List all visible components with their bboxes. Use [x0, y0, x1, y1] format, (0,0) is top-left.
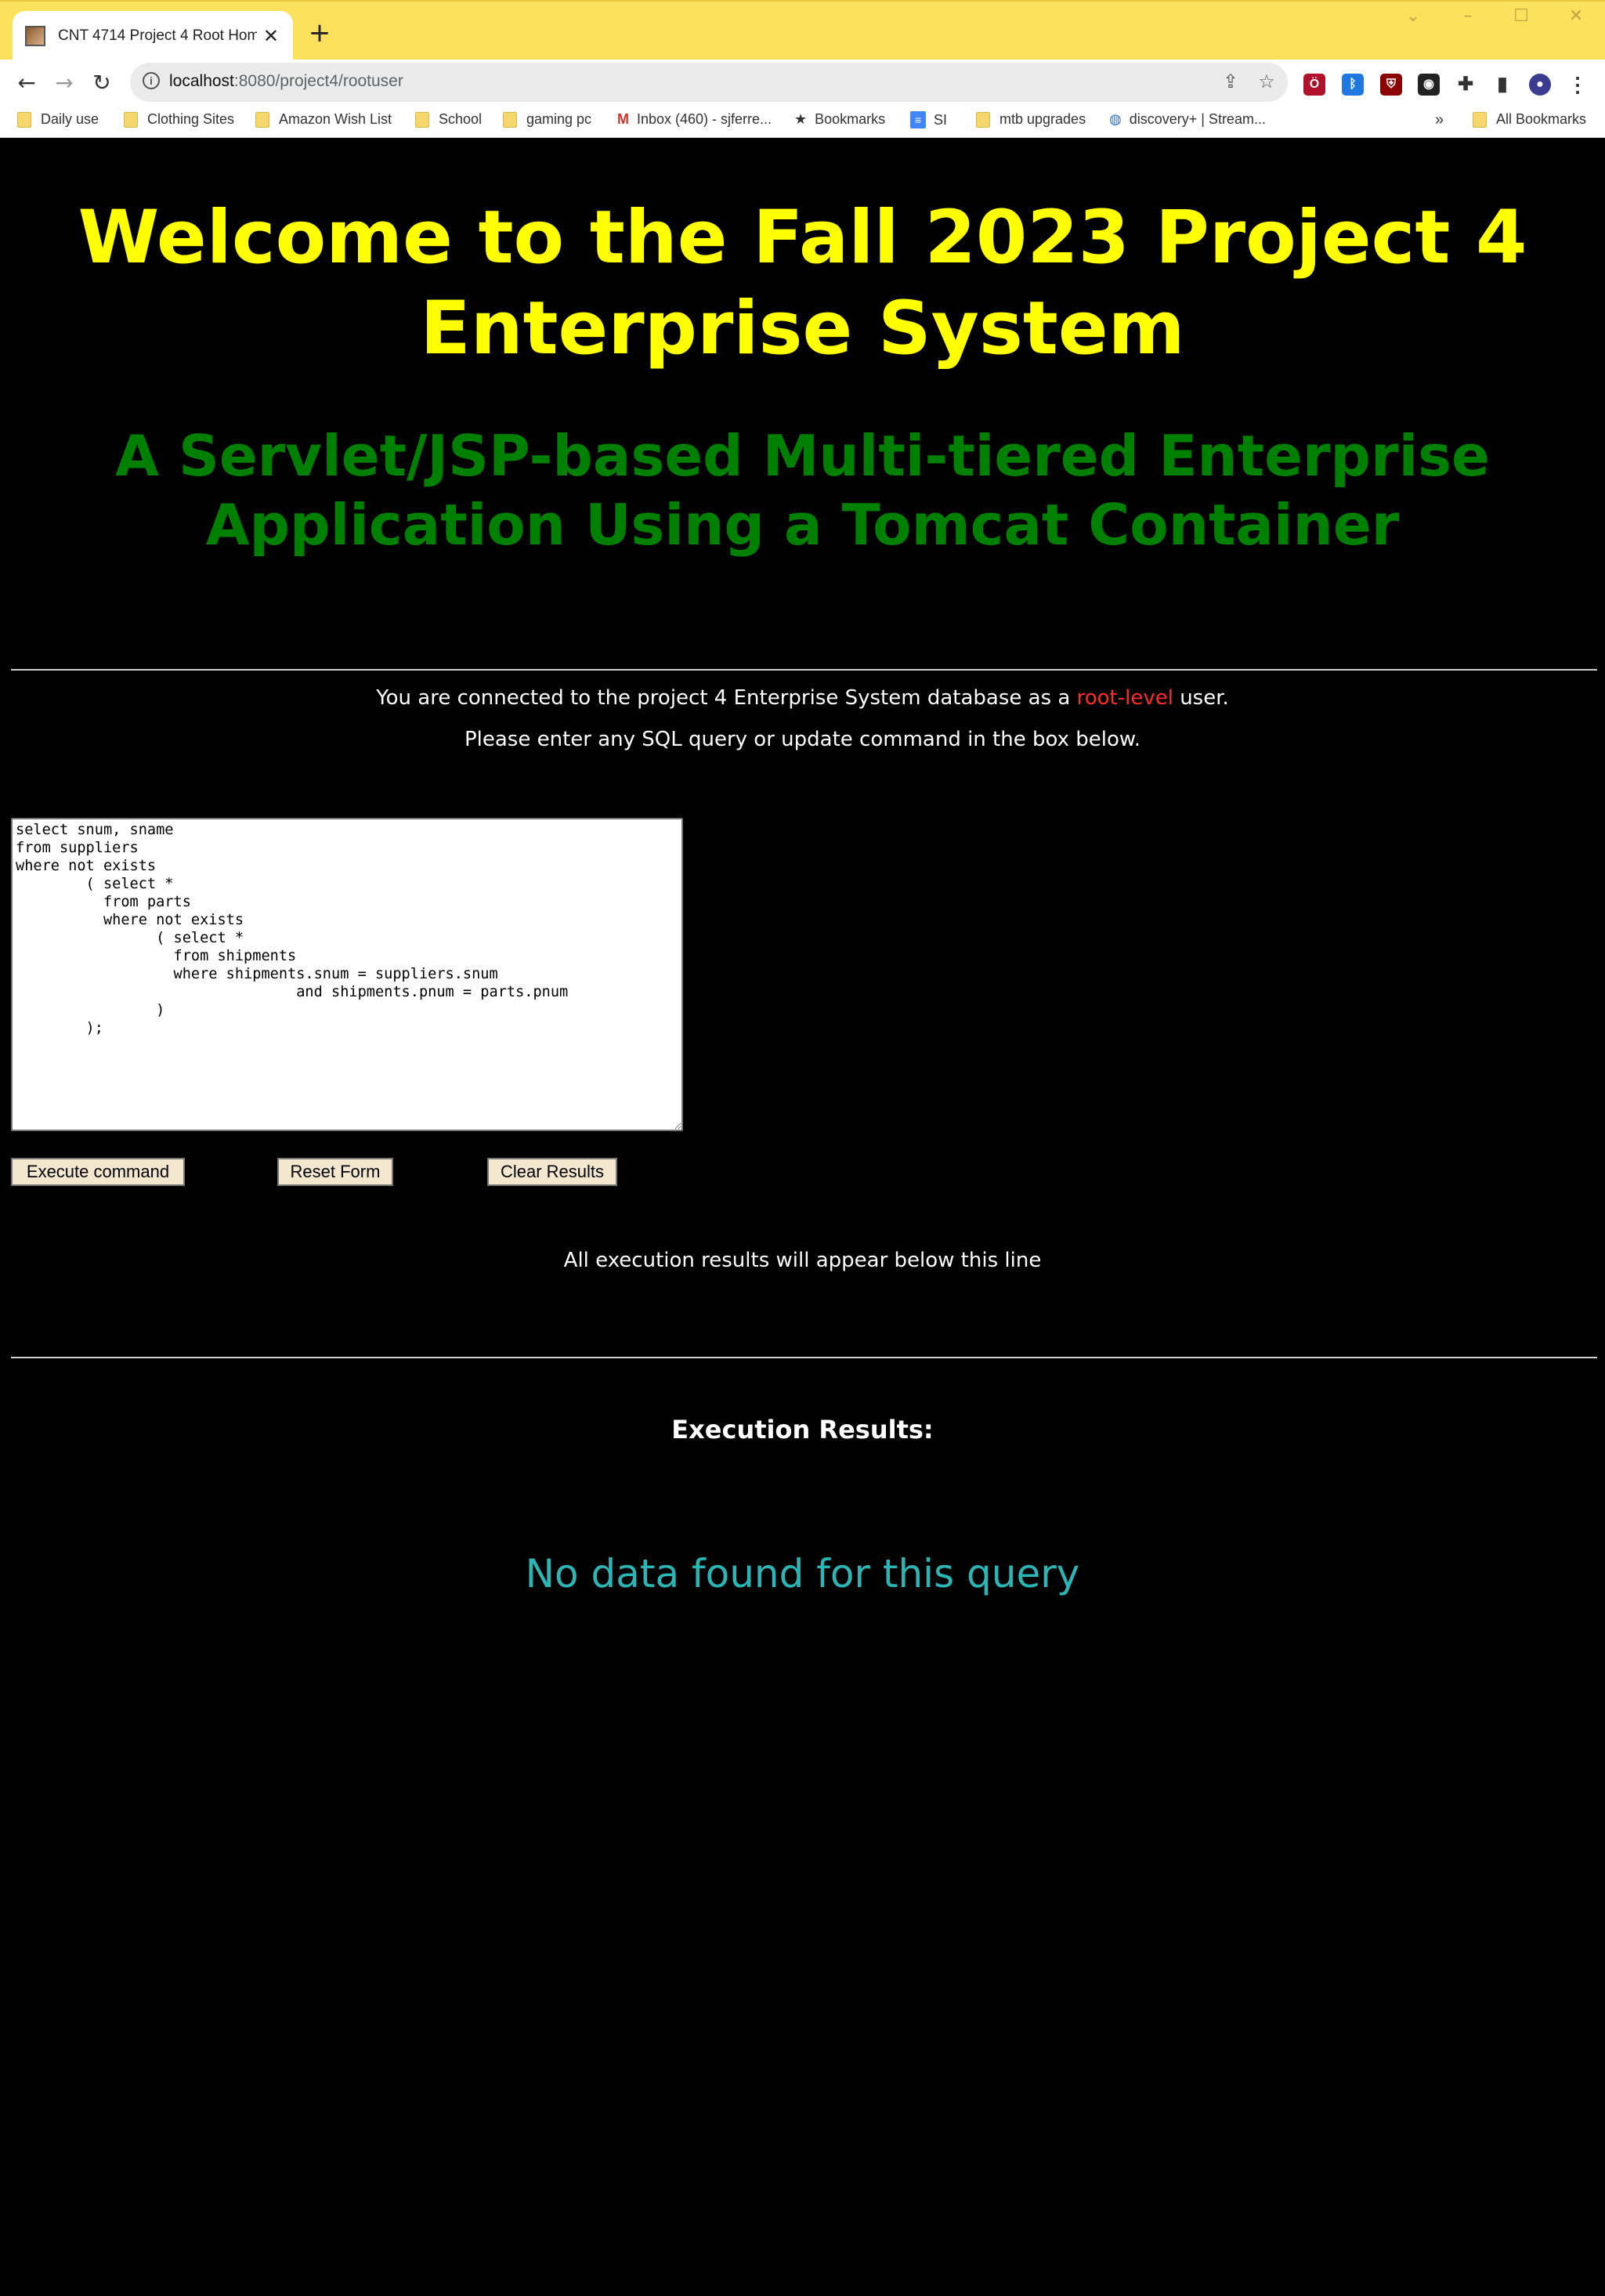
share-icon[interactable]: ⇪: [1219, 71, 1242, 92]
profile-avatar[interactable]: ●: [1529, 74, 1551, 96]
discovery-icon: ◍: [1109, 111, 1122, 127]
bookmark-label: Bookmarks: [815, 111, 886, 127]
back-icon[interactable]: ←: [9, 66, 44, 100]
page-subtitle: A Servlet/JSP-based Multi-tiered Enterpr…: [115, 423, 1490, 558]
extension-bluetooth-icon[interactable]: ᛒ: [1342, 74, 1364, 96]
bookmark-label: Daily use: [41, 111, 99, 127]
bookmark-mtb-upgrades[interactable]: mtb upgrades: [976, 111, 1086, 128]
folder-icon: [503, 111, 517, 128]
folder-icon: [255, 111, 269, 128]
bookmark-label: All Bookmarks: [1496, 111, 1587, 127]
execute-command-button[interactable]: Execute command: [11, 1158, 185, 1186]
bookmark-label: School: [439, 111, 483, 127]
reload-icon[interactable]: ↻: [85, 66, 119, 100]
page-content: Welcome to the Fall 2023 Project 4 Enter…: [0, 138, 1605, 2296]
results-note: All execution results will appear below …: [563, 1249, 1042, 1272]
folder-icon: [415, 111, 429, 128]
bookmark-si[interactable]: ≡ SI: [910, 111, 947, 128]
url-path: :8080/project4/rootuser: [233, 72, 403, 90]
bookmark-label: Clothing Sites: [147, 111, 235, 127]
browser-chrome: CNT 4714 Project 4 Root Home Pa ✕ + ⌄ – …: [0, 0, 1605, 138]
bookmark-star-icon[interactable]: ☆: [1255, 71, 1278, 92]
bookmark-discovery-plus[interactable]: ◍ discovery+ | Stream...: [1109, 111, 1266, 128]
close-tab-icon[interactable]: ✕: [263, 25, 279, 47]
folder-icon: [17, 111, 31, 128]
clear-results-button[interactable]: Clear Results: [487, 1158, 617, 1186]
active-tab[interactable]: CNT 4714 Project 4 Root Home Pa ✕: [13, 11, 293, 61]
top-divider: [11, 669, 1597, 671]
chrome-menu-icon[interactable]: ⋮: [1567, 74, 1589, 96]
reset-form-button[interactable]: Reset Form: [277, 1158, 393, 1186]
bookmark-label: Amazon Wish List: [279, 111, 392, 127]
tab-search-chevron-icon[interactable]: ⌄: [1396, 6, 1430, 26]
minimize-icon[interactable]: –: [1451, 6, 1485, 26]
bookmarks-bar: Daily use Clothing Sites Amazon Wish Lis…: [0, 107, 1605, 138]
bookmark-gaming-pc[interactable]: gaming pc: [503, 111, 591, 128]
folder-icon: [124, 111, 138, 128]
url-text[interactable]: localhost:8080/project4/rootuser: [169, 72, 403, 91]
connection-status: You are connected to the project 4 Enter…: [0, 686, 1605, 710]
forward-icon[interactable]: →: [47, 66, 81, 100]
user-role: root-level: [1076, 686, 1173, 710]
bookmarks-overflow-button[interactable]: »: [1435, 111, 1444, 129]
tab-strip: CNT 4714 Project 4 Root Home Pa ✕ + ⌄ – …: [0, 0, 1605, 61]
instructions-text: Please enter any SQL query or update com…: [464, 728, 1141, 751]
ublock-origin-icon[interactable]: ⛨: [1380, 74, 1402, 96]
extension-gamepad-icon[interactable]: ◉: [1418, 74, 1440, 96]
bookmark-amazon-wish-list[interactable]: Amazon Wish List: [255, 111, 392, 128]
results-divider: [11, 1357, 1597, 1358]
maximize-icon[interactable]: ☐: [1504, 6, 1538, 26]
page-title: Welcome to the Fall 2023 Project 4 Enter…: [78, 195, 1527, 371]
address-bar[interactable]: i localhost:8080/project4/rootuser ⇪ ☆: [130, 63, 1288, 102]
site-info-icon[interactable]: i: [143, 72, 160, 89]
navigation-toolbar: ← → ↻ i localhost:8080/project4/rootuser…: [0, 60, 1605, 107]
bookmark-label: discovery+ | Stream...: [1129, 111, 1266, 127]
gmail-icon: M: [617, 111, 629, 127]
bookmark-clothing-sites[interactable]: Clothing Sites: [124, 111, 234, 128]
star-icon: ★: [794, 111, 808, 127]
bookmark-label: Inbox (460) - sjferre...: [637, 111, 772, 127]
extensions-puzzle-icon[interactable]: ✚: [1455, 74, 1477, 96]
no-data-message: No data found for this query: [525, 1551, 1080, 1596]
bookmark-gmail-inbox[interactable]: M Inbox (460) - sjferre...: [617, 111, 772, 128]
page-favicon-icon: [25, 26, 45, 46]
sql-query-input[interactable]: select snum, sname from suppliers where …: [11, 818, 683, 1131]
folder-icon: [1473, 111, 1487, 128]
bookmark-daily-use[interactable]: Daily use: [17, 111, 99, 128]
bookmark-label: mtb upgrades: [1000, 111, 1086, 127]
url-host: localhost: [169, 72, 234, 90]
all-bookmarks-folder[interactable]: All Bookmarks: [1473, 111, 1586, 128]
results-heading: Execution Results:: [671, 1415, 934, 1444]
bookmark-label: gaming pc: [526, 111, 592, 127]
connection-prefix: You are connected to the project 4 Enter…: [376, 686, 1077, 710]
connection-suffix: user.: [1173, 686, 1229, 710]
new-tab-icon[interactable]: +: [304, 17, 335, 49]
bookmark-label: SI: [934, 111, 948, 128]
bookmark-school[interactable]: School: [415, 111, 482, 128]
folder-icon: [976, 111, 990, 128]
window-close-icon[interactable]: ✕: [1559, 6, 1593, 26]
side-panel-icon[interactable]: ▮: [1491, 74, 1513, 96]
bookmark-bookmarks[interactable]: ★ Bookmarks: [794, 111, 885, 128]
extension-reddit-enhancement-icon[interactable]: Ö: [1303, 74, 1325, 96]
docs-icon: ≡: [910, 111, 926, 128]
tab-title: CNT 4714 Project 4 Root Home Pa: [58, 27, 257, 44]
